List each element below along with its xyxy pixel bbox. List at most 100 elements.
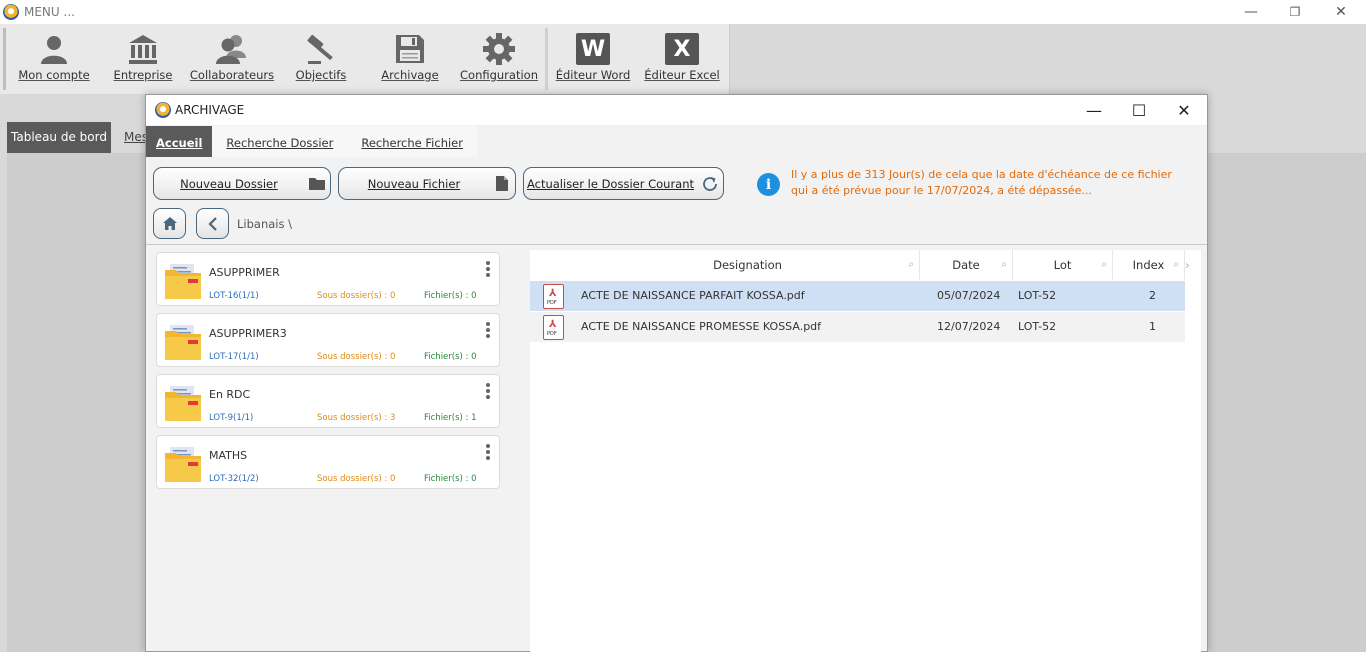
cell-date: 05/07/2024 bbox=[937, 289, 1001, 302]
column-header-index[interactable]: Index ⌕ bbox=[1113, 250, 1185, 280]
save-icon bbox=[365, 30, 455, 68]
folder-card[interactable]: ASUPPRIMER3 LOT-17(1/1) Sous dossier(s) … bbox=[156, 313, 500, 367]
app-logo-icon bbox=[3, 4, 19, 20]
folder-subfolder-count: Sous dossier(s) : 0 bbox=[317, 474, 396, 484]
ribbon-label: Collaborateurs bbox=[189, 68, 275, 82]
ribbon-objectifs-button[interactable]: Objectifs bbox=[276, 30, 366, 92]
ribbon-editeur-word-button[interactable]: W Éditeur Word bbox=[548, 30, 638, 92]
main-titlebar: MENU ... — ❐ ✕ bbox=[0, 0, 1366, 24]
home-button[interactable] bbox=[153, 208, 186, 239]
ribbon-entreprise-button[interactable]: Entreprise bbox=[98, 30, 188, 92]
ribbon-label: Éditeur Word bbox=[555, 68, 631, 82]
search-icon[interactable]: ⌕ bbox=[1001, 250, 1007, 280]
more-vertical-icon[interactable] bbox=[486, 322, 490, 338]
archivage-dialog: ARCHIVAGE — ☐ ✕ Accueil Recherche Dossie… bbox=[145, 94, 1208, 652]
column-header-lot[interactable]: Lot ⌕ bbox=[1013, 250, 1113, 280]
ribbon-label: Mon compte bbox=[18, 68, 90, 82]
users-icon bbox=[187, 30, 277, 68]
ribbon-collaborateurs-button[interactable]: Collaborateurs bbox=[187, 30, 277, 92]
folder-file-count: Fichier(s) : 1 bbox=[424, 413, 477, 423]
cell-index: 2 bbox=[1149, 289, 1156, 302]
folder-name: ASUPPRIMER bbox=[209, 266, 280, 279]
folder-name: En RDC bbox=[209, 388, 251, 401]
word-icon: W bbox=[576, 33, 610, 65]
table-row[interactable]: ⅄ PDF ACTE DE NAISSANCE PROMESSE KOSSA.pd… bbox=[530, 312, 1185, 342]
dialog-maximize-button[interactable]: ☐ bbox=[1116, 95, 1162, 125]
more-vertical-icon[interactable] bbox=[486, 444, 490, 460]
dialog-tabs: Accueil Recherche Dossier Recherche Fich… bbox=[146, 126, 477, 157]
ribbon-label: Configuration bbox=[460, 68, 538, 82]
pdf-icon: ⅄ PDF bbox=[543, 315, 564, 340]
folder-lot: LOT-32(1/2) bbox=[209, 474, 259, 484]
table-row[interactable]: ⅄ PDF ACTE DE NAISSANCE PARFAIT KOSSA.pdf… bbox=[530, 281, 1185, 311]
app-logo-icon bbox=[155, 102, 171, 118]
info-icon: i bbox=[757, 173, 780, 196]
ribbon-archivage-button[interactable]: Archivage bbox=[365, 30, 455, 92]
refresh-icon bbox=[697, 175, 723, 193]
folder-name: MATHS bbox=[209, 449, 248, 462]
gear-icon bbox=[454, 30, 544, 68]
folder-card[interactable]: ASUPPRIMER LOT-16(1/1) Sous dossier(s) :… bbox=[156, 252, 500, 306]
tab-mes[interactable]: Mes bbox=[124, 122, 146, 153]
bank-icon bbox=[98, 30, 188, 68]
dialog-close-button[interactable]: ✕ bbox=[1161, 95, 1207, 125]
dialog-minimize-button[interactable]: — bbox=[1071, 95, 1117, 125]
app-title: MENU ... bbox=[24, 5, 75, 19]
chevron-left-icon bbox=[207, 216, 217, 231]
user-icon bbox=[9, 30, 99, 68]
folder-lot: LOT-16(1/1) bbox=[209, 291, 259, 301]
ribbon-configuration-button[interactable]: Configuration bbox=[454, 30, 544, 92]
cell-lot: LOT-52 bbox=[1018, 320, 1057, 333]
new-file-label: Nouveau Fichier bbox=[367, 176, 461, 191]
home-icon bbox=[162, 217, 177, 230]
more-vertical-icon[interactable] bbox=[486, 261, 490, 277]
search-icon[interactable]: ⌕ bbox=[908, 250, 914, 280]
folder-lot: LOT-9(1/1) bbox=[209, 413, 254, 423]
back-button[interactable] bbox=[196, 208, 229, 239]
file-table: Designation ⌕ Date ⌕ Lot ⌕ Index ⌕ › ⅄ PD… bbox=[530, 250, 1201, 652]
dialog-title: ARCHIVAGE bbox=[175, 103, 245, 117]
tab-accueil[interactable]: Accueil bbox=[146, 126, 213, 157]
ribbon-edge bbox=[3, 28, 6, 90]
ribbon-toolbar: Mon compte Entreprise Collaborateurs Obj… bbox=[0, 24, 730, 94]
ribbon-mon-compte-button[interactable]: Mon compte bbox=[9, 30, 99, 92]
folder-subfolder-count: Sous dossier(s) : 0 bbox=[317, 352, 396, 362]
search-icon[interactable]: ⌕ bbox=[1101, 250, 1107, 280]
tab-tableau-de-bord[interactable]: Tableau de bord bbox=[7, 122, 111, 153]
excel-icon: X bbox=[665, 33, 699, 65]
folder-icon bbox=[304, 176, 330, 191]
pdf-icon: ⅄ PDF bbox=[543, 284, 564, 309]
file-icon bbox=[489, 175, 515, 192]
search-icon[interactable]: ⌕ bbox=[1173, 250, 1179, 280]
folder-subfolder-count: Sous dossier(s) : 3 bbox=[317, 413, 396, 423]
new-file-button[interactable]: Nouveau Fichier bbox=[338, 167, 516, 200]
minimize-button[interactable]: — bbox=[1228, 0, 1274, 24]
folder-subfolder-count: Sous dossier(s) : 0 bbox=[317, 291, 396, 301]
folder-icon bbox=[165, 447, 201, 482]
folder-file-count: Fichier(s) : 0 bbox=[424, 291, 477, 301]
more-vertical-icon[interactable] bbox=[486, 383, 490, 399]
tab-recherche-fichier[interactable]: Recherche Fichier bbox=[347, 126, 477, 157]
folder-name: ASUPPRIMER3 bbox=[209, 327, 287, 340]
column-header-designation[interactable]: Designation ⌕ bbox=[576, 250, 920, 280]
gavel-icon bbox=[276, 30, 366, 68]
folder-lot: LOT-17(1/1) bbox=[209, 352, 259, 362]
ribbon-label: Archivage bbox=[381, 68, 439, 82]
refresh-folder-label: Actualiser le Dossier Courant bbox=[526, 176, 695, 191]
folder-card[interactable]: MATHS LOT-32(1/2) Sous dossier(s) : 0 Fi… bbox=[156, 435, 500, 489]
chevron-right-icon[interactable]: › bbox=[1185, 250, 1201, 280]
folder-file-count: Fichier(s) : 0 bbox=[424, 352, 477, 362]
new-folder-label: Nouveau Dossier bbox=[180, 176, 278, 191]
column-header-date[interactable]: Date ⌕ bbox=[920, 250, 1013, 280]
close-button[interactable]: ✕ bbox=[1318, 0, 1364, 24]
folder-card[interactable]: En RDC LOT-9(1/1) Sous dossier(s) : 3 Fi… bbox=[156, 374, 500, 428]
ribbon-editeur-excel-button[interactable]: X Éditeur Excel bbox=[637, 30, 727, 92]
folder-file-count: Fichier(s) : 0 bbox=[424, 474, 477, 484]
new-folder-button[interactable]: Nouveau Dossier bbox=[153, 167, 331, 200]
refresh-folder-button[interactable]: Actualiser le Dossier Courant bbox=[523, 167, 724, 200]
cell-designation: ACTE DE NAISSANCE PARFAIT KOSSA.pdf bbox=[581, 289, 805, 302]
divider bbox=[146, 244, 1207, 245]
restore-button[interactable]: ❐ bbox=[1272, 0, 1318, 24]
cell-date: 12/07/2024 bbox=[937, 320, 1001, 333]
tab-recherche-dossier[interactable]: Recherche Dossier bbox=[212, 126, 348, 157]
